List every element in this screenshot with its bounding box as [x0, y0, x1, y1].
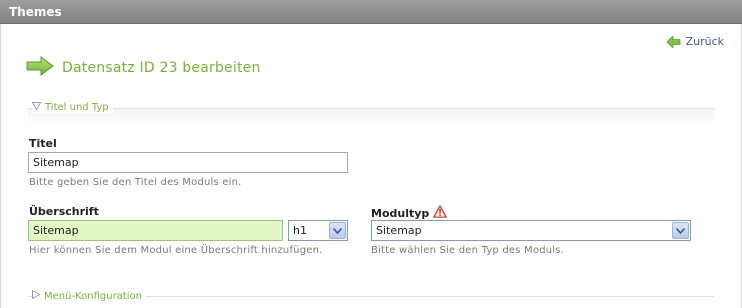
section-toggle-titel-typ[interactable]: Titel und Typ [31, 102, 113, 113]
chevron-down-icon [672, 222, 689, 239]
titel-label: Titel [29, 137, 57, 150]
back-link-label: Zurück [685, 35, 724, 48]
titel-hint: Bitte geben Sie den Titel des Moduls ein… [29, 177, 242, 188]
ueberschrift-label: Überschrift [29, 205, 99, 218]
section-legend-menu-config: Menü-Konfiguration [44, 290, 142, 302]
modultyp-label: Modultyp [371, 206, 430, 220]
ueberschrift-input[interactable] [28, 220, 283, 241]
chevron-down-icon [329, 222, 346, 239]
window-title: Themes [9, 5, 62, 19]
page-title: Datensatz ID 23 bearbeiten [62, 59, 261, 76]
page-heading: Datensatz ID 23 bearbeiten [26, 56, 261, 79]
section-toggle-menu-config[interactable]: Menü-Konfiguration [32, 289, 146, 302]
fieldset-shade [28, 109, 714, 125]
back-link[interactable]: Zurück [666, 35, 724, 48]
arrow-right-icon [26, 56, 54, 79]
heading-level-value: h1 [293, 224, 307, 237]
section-legend-titel-typ: Titel und Typ [45, 102, 109, 113]
triangle-right-icon [32, 289, 41, 302]
triangle-down-icon [31, 102, 42, 113]
back-arrow-icon [666, 35, 681, 48]
heading-level-select[interactable]: h1 [288, 220, 348, 241]
fieldset-divider [28, 108, 714, 109]
window-titlebar: Themes [0, 0, 742, 24]
titel-input[interactable] [28, 152, 348, 173]
modultyp-hint: Bitte wählen Sie den Typ des Moduls. [371, 245, 565, 256]
ueberschrift-hint: Hier können Sie dem Modul eine Überschri… [29, 245, 323, 256]
warning-triangle-icon [433, 205, 448, 221]
modultyp-value: Sitemap [376, 224, 422, 237]
modultyp-label-row: Modultyp [371, 205, 448, 221]
modultyp-select[interactable]: Sitemap [371, 220, 691, 241]
